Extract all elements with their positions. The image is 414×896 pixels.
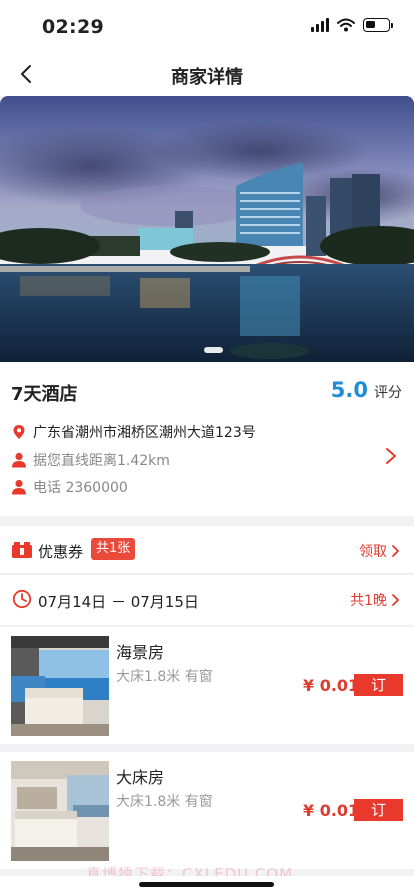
room-photo (11, 761, 109, 861)
room-name: 大床房 (116, 768, 165, 787)
rating-score: 5.0 (330, 378, 368, 402)
status-bar: 02:29 (0, 0, 414, 52)
page-title: 商家详情 (171, 67, 243, 88)
phone-text: 电话 2360000 (33, 480, 128, 496)
distance-row[interactable]: 据您直线距离1.42km (11, 450, 170, 470)
status-time: 02:29 (42, 16, 104, 38)
hotel-photo-carousel[interactable] (0, 96, 414, 362)
rating-label: 评分 (374, 385, 402, 401)
rating: 5.0 评分 (331, 378, 402, 402)
claim-coupon-button[interactable]: 领取 (359, 541, 400, 561)
hotel-info-card: 7天酒店 5.0 评分 广东省潮州市湘桥区潮州大道123号 据您直线距离1.42… (0, 362, 414, 516)
distance-text: 据您直线距离1.42km (33, 453, 170, 469)
book-room-button[interactable]: 订 (354, 799, 403, 821)
coupon-count-badge: 共1张 (91, 538, 136, 560)
chevron-right-icon[interactable] (382, 446, 400, 466)
coupon-row[interactable]: 优惠券 共1张 领取 (0, 526, 414, 574)
nights-selector[interactable]: 共1晚 (350, 590, 400, 610)
hotel-name: 7天酒店 (11, 384, 78, 405)
room-card[interactable]: 大床房 大床1.8米 有窗 ¥ 0.01 订 (0, 752, 414, 869)
phone-row[interactable]: 电话 2360000 (11, 477, 128, 497)
battery-icon (363, 18, 393, 32)
wifi-icon (337, 18, 355, 32)
person-icon (11, 479, 27, 495)
status-icons (311, 18, 393, 32)
hotel-photo (0, 96, 414, 362)
coupon-label: 优惠券 (38, 543, 84, 561)
battery-level (366, 21, 375, 28)
person-icon (11, 452, 27, 468)
room-price: ¥ 0.01 (303, 676, 360, 695)
stay-dates-row[interactable]: 07月14日 － 07月15日 共1晚 (0, 575, 414, 625)
nav-bar: 商家详情 (0, 52, 414, 96)
room-photo (11, 636, 109, 736)
nights-label: 共1晚 (350, 593, 387, 609)
location-pin-icon (11, 424, 27, 440)
stay-dates: 07月14日 － 07月15日 (38, 593, 199, 611)
room-name: 海景房 (116, 643, 165, 662)
screen: 02:29 商家详情 7天酒店 5.0 评分 广东省潮州市湘桥区潮州大道123号… (0, 0, 414, 896)
room-price: ¥ 0.01 (303, 801, 360, 820)
signal-icon (311, 18, 329, 32)
address-text: 广东省潮州市湘桥区潮州大道123号 (33, 425, 256, 441)
chevron-right-icon (392, 545, 400, 557)
chevron-right-icon (392, 594, 400, 606)
coupon-icon (11, 540, 33, 560)
book-room-button[interactable]: 订 (354, 674, 403, 696)
room-card[interactable]: 海景房 大床1.8米 有窗 ¥ 0.01 订 (0, 627, 414, 744)
room-description: 大床1.8米 有窗 (116, 669, 213, 685)
home-indicator[interactable] (139, 882, 274, 887)
room-description: 大床1.8米 有窗 (116, 794, 213, 810)
clock-icon (11, 589, 33, 609)
address-row: 广东省潮州市湘桥区潮州大道123号 (11, 422, 256, 442)
claim-label: 领取 (359, 544, 387, 560)
carousel-indicator (204, 347, 223, 353)
